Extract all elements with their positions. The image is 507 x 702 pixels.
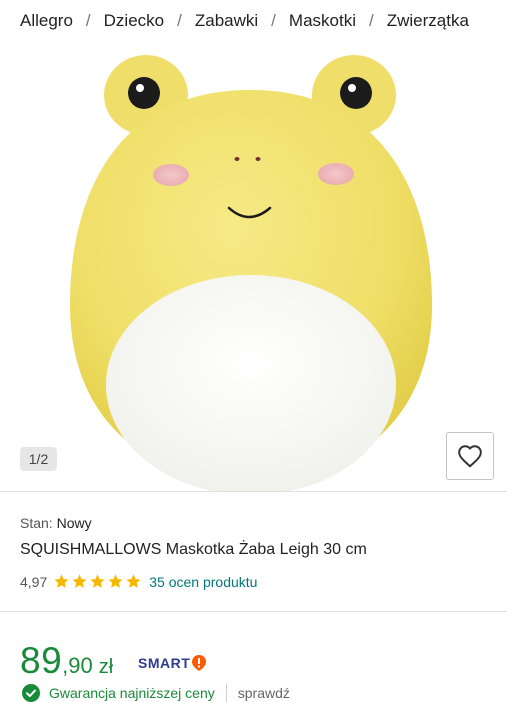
breadcrumb-item-zwierzatka[interactable]: Zwierzątka <box>387 11 469 31</box>
add-to-favorites-button[interactable] <box>446 432 494 480</box>
divider <box>0 491 507 492</box>
star-icon <box>108 574 123 588</box>
breadcrumb-separator: / <box>271 11 276 30</box>
breadcrumb-separator: / <box>368 11 374 30</box>
check-link[interactable]: sprawdź <box>238 685 290 701</box>
breadcrumb-item-zabawki[interactable]: Zabawki <box>195 11 258 31</box>
breadcrumb: Allegro / Dziecko / Zabawki / Maskotki /… <box>20 11 469 31</box>
product-title: SQUISHMALLOWS Maskotka Żaba Leigh 30 cm <box>20 541 367 558</box>
price-currency: zł <box>98 656 114 678</box>
product-condition: Stan: Nowy <box>20 515 92 531</box>
smart-badge[interactable]: SMART <box>138 654 207 672</box>
reviews-link[interactable]: 35 ocen produktu <box>149 574 257 590</box>
smart-label: SMART <box>138 655 191 671</box>
breadcrumb-separator: / <box>85 11 91 30</box>
price: 89 ,90 zł <box>20 640 113 682</box>
star-icon <box>90 574 105 588</box>
breadcrumb-item-maskotki[interactable]: Maskotki <box>289 11 356 31</box>
divider <box>225 684 227 702</box>
breadcrumb-item-allegro[interactable]: Allegro <box>20 11 73 31</box>
condition-label: Stan: <box>20 515 53 531</box>
star-icon <box>54 574 69 588</box>
divider <box>0 611 507 612</box>
breadcrumb-separator: / <box>177 11 182 30</box>
heart-icon <box>458 445 482 468</box>
price-integer: 89 <box>20 640 63 681</box>
lowest-price-guarantee: Gwarancja najniższej ceny sprawdź <box>22 684 290 702</box>
rating-stars <box>53 573 142 590</box>
product-gallery[interactable] <box>0 40 507 491</box>
rating-score: 4,97 <box>20 573 48 590</box>
smart-logo-icon <box>192 655 207 671</box>
image-counter: 1/2 <box>20 447 57 471</box>
breadcrumb-item-dziecko[interactable]: Dziecko <box>104 11 164 31</box>
check-circle-icon <box>22 684 40 702</box>
condition-value: Nowy <box>56 515 92 531</box>
price-decimal: ,90 <box>62 653 93 678</box>
product-image[interactable] <box>0 40 507 491</box>
star-icon <box>126 574 141 588</box>
guarantee-text: Gwarancja najniższej ceny <box>49 685 215 701</box>
rating-row: 4,97 35 ocen produktu <box>20 573 257 590</box>
star-icon <box>72 574 87 588</box>
